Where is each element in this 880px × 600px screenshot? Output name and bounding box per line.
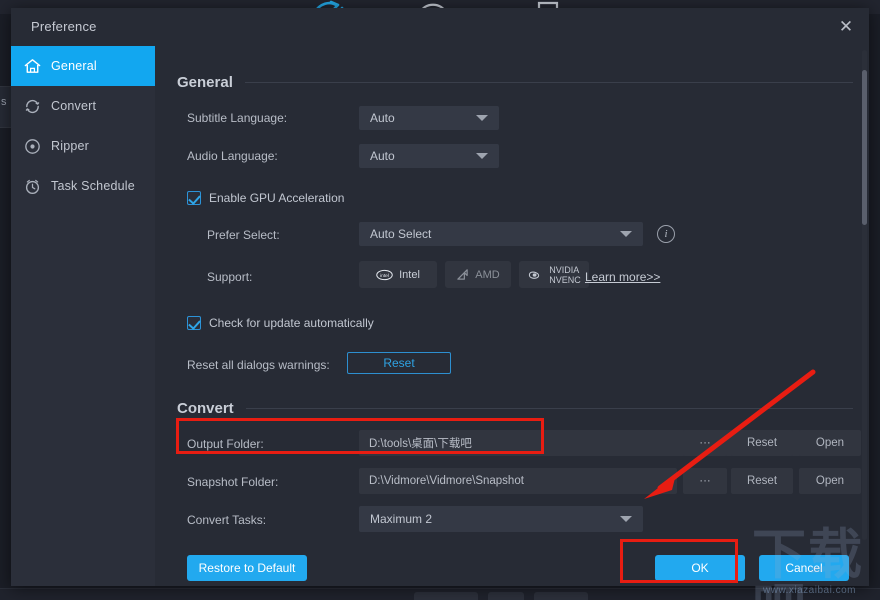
prefer-select-value: Auto Select	[370, 227, 432, 241]
background-bottom-button-2	[488, 592, 524, 600]
reset-dialogs-label: Reset all dialogs warnings:	[187, 358, 330, 372]
nvidia-logo-icon	[529, 271, 540, 279]
audio-language-label: Audio Language:	[187, 149, 278, 163]
heading-divider	[244, 82, 853, 83]
general-section-heading: General	[177, 74, 853, 91]
general-heading-text: General	[177, 74, 233, 91]
support-label: Support:	[207, 270, 253, 284]
ok-button[interactable]: OK	[655, 555, 745, 581]
settings-scroll-pane: General Subtitle Language: Auto Audio La…	[155, 46, 869, 543]
screen: s Preference ✕ General Convert Ripper Ta…	[0, 0, 880, 600]
home-icon	[19, 53, 45, 79]
chevron-down-icon	[620, 516, 632, 522]
restore-to-default-button[interactable]: Restore to Default	[187, 555, 307, 581]
intel-logo-icon: intel	[376, 269, 393, 280]
snapshot-folder-browse-button[interactable]: ···	[683, 468, 727, 494]
snapshot-folder-value: D:\Vidmore\Vidmore\Snapshot	[369, 475, 524, 487]
output-folder-browse-button[interactable]: ···	[683, 430, 727, 456]
chevron-down-icon	[476, 115, 488, 121]
enable-gpu-label: Enable GPU Acceleration	[209, 191, 345, 205]
convert-heading-text: Convert	[177, 400, 234, 417]
convert-tasks-select[interactable]: Maximum 2	[359, 506, 643, 532]
refresh-icon	[19, 93, 45, 119]
gpu-vendor-amd[interactable]: AMD	[445, 261, 511, 288]
settings-content: General Subtitle Language: Auto Audio La…	[155, 46, 869, 586]
output-folder-value: D:\tools\桌面\下载吧	[369, 438, 472, 450]
background-bottom-button-1	[414, 592, 478, 600]
dialog-titlebar[interactable]: Preference ✕	[11, 8, 869, 46]
subtitle-language-select[interactable]: Auto	[359, 106, 499, 130]
snapshot-folder-input[interactable]: D:\Vidmore\Vidmore\Snapshot	[359, 468, 677, 494]
checkbox-box	[187, 316, 201, 330]
convert-tasks-label: Convert Tasks:	[187, 513, 267, 527]
background-bottom-button-3	[534, 592, 588, 600]
gpu-vendor-intel[interactable]: intel Intel	[359, 261, 437, 288]
reset-dialogs-button[interactable]: Reset	[347, 352, 451, 374]
sidebar-item-general[interactable]: General	[11, 46, 155, 86]
chevron-down-icon	[620, 231, 632, 237]
output-folder-open-button[interactable]: Open	[799, 430, 861, 456]
disc-icon	[19, 133, 45, 159]
content-scrollbar-thumb[interactable]	[862, 70, 867, 225]
audio-language-value: Auto	[370, 149, 395, 163]
snapshot-folder-open-button[interactable]: Open	[799, 468, 861, 494]
gpu-vendor-nvidia[interactable]: NVIDIA NVENC	[519, 261, 589, 288]
check-update-label: Check for update automatically	[209, 316, 374, 330]
check-update-checkbox[interactable]: Check for update automatically	[187, 316, 374, 330]
sidebar-item-ripper[interactable]: Ripper	[11, 126, 155, 166]
convert-tasks-value: Maximum 2	[370, 512, 433, 526]
sidebar-item-label: General	[51, 59, 97, 73]
background-left-label: s	[1, 96, 7, 108]
subtitle-language-value: Auto	[370, 111, 395, 125]
chevron-down-icon	[476, 153, 488, 159]
preference-dialog: Preference ✕ General Convert Ripper Task…	[11, 8, 869, 586]
gpu-vendor-amd-label: AMD	[475, 268, 500, 281]
amd-logo-icon	[457, 269, 469, 280]
learn-more-link[interactable]: Learn more>>	[585, 270, 660, 284]
prefer-select-dropdown[interactable]: Auto Select	[359, 222, 643, 246]
gpu-vendor-intel-label: Intel	[399, 268, 420, 281]
prefer-select-label: Prefer Select:	[207, 228, 280, 242]
sidebar-item-task-schedule[interactable]: Task Schedule	[11, 166, 155, 206]
cancel-button[interactable]: Cancel	[759, 555, 849, 581]
audio-language-select[interactable]: Auto	[359, 144, 499, 168]
output-folder-reset-button[interactable]: Reset	[731, 430, 793, 456]
convert-section-heading: Convert	[177, 400, 853, 417]
close-icon[interactable]: ✕	[833, 15, 859, 39]
gpu-vendor-nvidia-label: NVIDIA	[549, 264, 580, 275]
snapshot-folder-reset-button[interactable]: Reset	[731, 468, 793, 494]
gpu-vendor-nvenc-label: NVENC	[549, 274, 581, 285]
dialog-footer: Restore to Default OK Cancel	[155, 543, 869, 586]
snapshot-folder-label: Snapshot Folder:	[187, 475, 279, 489]
sidebar-item-label: Convert	[51, 99, 97, 113]
info-icon[interactable]: i	[657, 225, 675, 243]
checkbox-box	[187, 191, 201, 205]
dialog-title: Preference	[31, 19, 97, 34]
sidebar-item-label: Task Schedule	[51, 179, 135, 193]
subtitle-language-label: Subtitle Language:	[187, 111, 288, 125]
svg-text:intel: intel	[380, 273, 389, 279]
alarm-clock-icon	[19, 173, 45, 199]
output-folder-label: Output Folder:	[187, 437, 264, 451]
enable-gpu-checkbox[interactable]: Enable GPU Acceleration	[187, 191, 344, 205]
sidebar-item-convert[interactable]: Convert	[11, 86, 155, 126]
sidebar: General Convert Ripper Task Schedule	[11, 46, 155, 586]
sidebar-item-label: Ripper	[51, 139, 90, 153]
heading-divider	[245, 408, 853, 409]
